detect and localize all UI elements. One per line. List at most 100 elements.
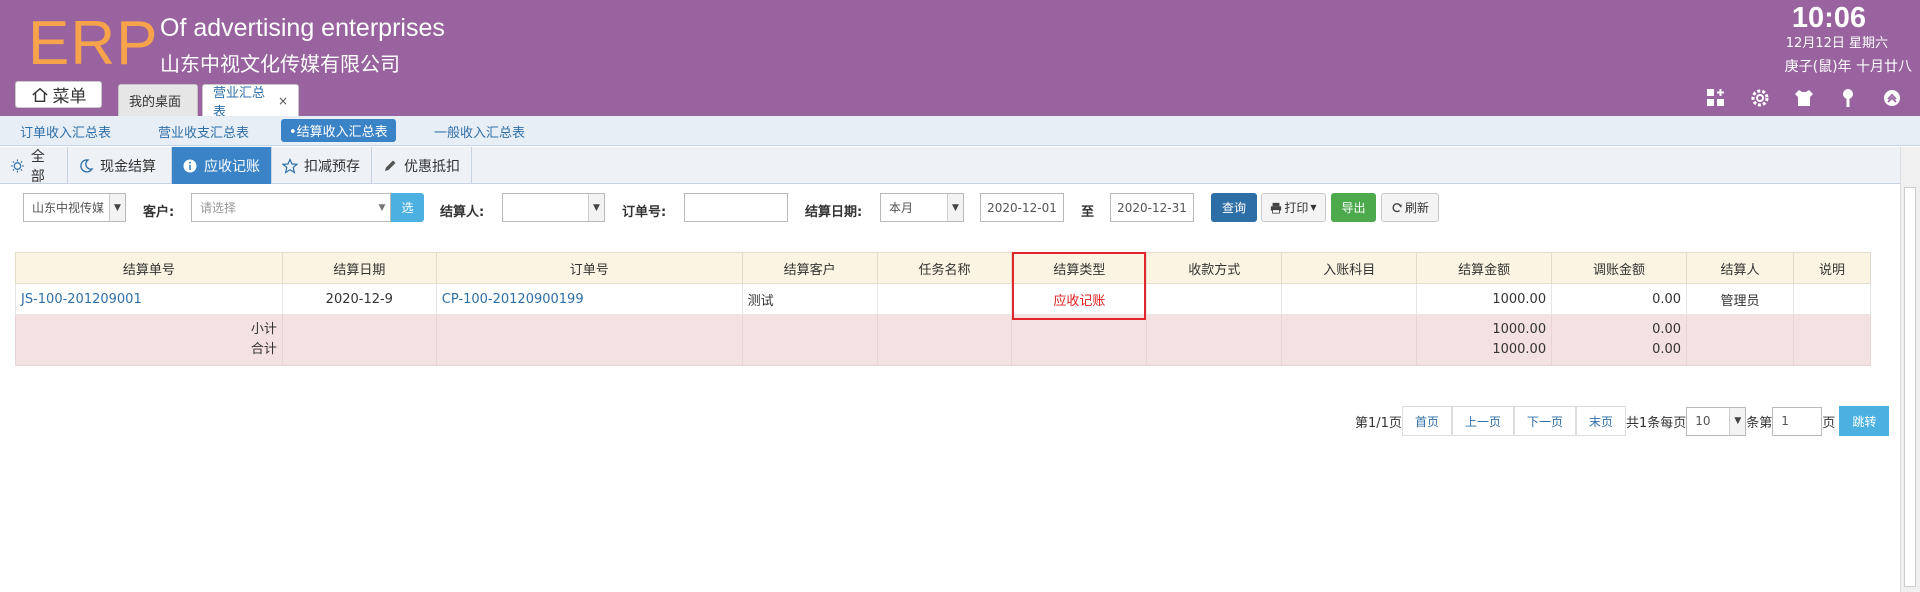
col-header[interactable]: 调账金额 [1551, 252, 1688, 284]
brand-english: Of advertising enterprises [160, 14, 445, 42]
toolbar-icons [1704, 86, 1904, 110]
settler-label: 结算人: [440, 205, 485, 220]
type-label: 应收记账 [204, 158, 260, 175]
company-select[interactable]: 山东中视传媒 ▼ [23, 193, 126, 222]
logo: ERP [28, 9, 159, 78]
last-page-button[interactable]: 末页 [1575, 406, 1626, 436]
tab-desktop[interactable]: 我的桌面 [118, 84, 198, 116]
total-label: 合计 [250, 342, 277, 357]
gear-icon[interactable] [1748, 86, 1772, 110]
chevron-down-icon: ▼ [109, 194, 125, 221]
subnav-settlement-income[interactable]: •结算收入汇总表 [281, 119, 396, 142]
col-header[interactable]: 结算人 [1686, 252, 1794, 284]
col-header[interactable]: 结算单号 [15, 252, 283, 284]
first-page-button[interactable]: 首页 [1401, 406, 1452, 436]
type-label: 扣减预存 [304, 158, 360, 175]
refresh-button[interactable]: 刷新 [1381, 193, 1439, 222]
close-icon[interactable]: × [278, 94, 288, 108]
info-icon [183, 159, 197, 172]
type-all[interactable]: 全部 [0, 147, 68, 185]
date-label: 结算日期: [805, 205, 863, 220]
pencil-icon [385, 160, 396, 171]
key-icon[interactable] [1836, 86, 1860, 110]
settler-select[interactable]: ▼ [502, 193, 605, 222]
home-icon [31, 87, 48, 102]
cell-customer: 测试 [741, 283, 878, 315]
caret-down-icon: ▼ [1310, 203, 1317, 212]
goto-page-input[interactable]: 1 [1772, 406, 1823, 436]
brand-chinese: 山东中视文化传媒有限公司 [160, 52, 400, 76]
cell-note [1792, 283, 1872, 315]
refresh-label: 刷新 [1404, 201, 1429, 215]
type-cash[interactable]: 现金结算 [68, 147, 172, 184]
summary-adjust: 0.00 0.00 [1551, 314, 1688, 366]
vertical-scrollbar[interactable] [1900, 147, 1920, 592]
prev-page-button[interactable]: 上一页 [1451, 406, 1514, 436]
menu-button[interactable]: 菜单 [15, 81, 102, 108]
export-button[interactable]: 导出 [1331, 193, 1376, 222]
col-header[interactable]: 结算客户 [741, 252, 878, 284]
table-row: JS-100-201209001 2020-12-9 CP-100-201209… [15, 283, 1872, 315]
goto-prefix: 条第 [1746, 415, 1773, 431]
shirt-icon[interactable] [1792, 86, 1816, 110]
star-icon [282, 157, 298, 174]
order-no-link[interactable]: CP-100-20120900199 [435, 283, 743, 315]
type-receivable[interactable]: 应收记账 [172, 147, 272, 184]
customer-select[interactable]: 请选择 ▼ [191, 193, 391, 222]
jump-button[interactable]: 跳转 [1839, 406, 1890, 436]
subtotal-amount: 1000.00 [1492, 322, 1547, 337]
period-value: 本月 [889, 201, 914, 215]
col-header[interactable]: 订单号 [435, 252, 743, 284]
print-button[interactable]: 打印 ▼ [1261, 193, 1326, 222]
cell-adjust: 0.00 [1551, 283, 1688, 315]
summary-amount: 1000.00 1000.00 [1416, 314, 1553, 366]
cell-account [1281, 283, 1418, 315]
type-label: 全部 [30, 148, 45, 185]
clock-date: 12月12日 星期六 [1785, 36, 1888, 51]
subnav-order-income[interactable]: 订单收入汇总表 [20, 122, 111, 141]
col-header[interactable]: 结算日期 [281, 252, 437, 284]
customer-label: 客户: [143, 205, 175, 220]
query-button[interactable]: 查询 [1211, 193, 1257, 222]
cell-payment-method [1146, 283, 1283, 315]
customer-pick-button[interactable]: 选 [391, 193, 424, 222]
col-header[interactable]: 结算金额 [1416, 252, 1553, 284]
customer-placeholder: 请选择 [200, 201, 237, 215]
type-deduct-prepaid[interactable]: 扣减预存 [272, 147, 372, 184]
highlight-box [1012, 252, 1146, 320]
scrollbar-thumb[interactable] [1904, 187, 1916, 587]
type-label: 现金结算 [100, 158, 156, 175]
period-select[interactable]: 本月 ▼ [880, 193, 964, 222]
chevron-down-icon: ▼ [1729, 407, 1746, 435]
chevron-down-icon: ▼ [588, 194, 604, 221]
date-to-input[interactable]: 2020-12-31 [1110, 193, 1194, 222]
app-header: ERP Of advertising enterprises 山东中视文化传媒有… [0, 0, 1920, 120]
collapse-icon[interactable] [1880, 86, 1904, 110]
pagination: 第1/1页 首页 上一页 下一页 末页 共1条每页 10 ▼ 条第 1 页 跳转 [1355, 406, 1890, 436]
cell-date: 2020-12-9 [281, 283, 437, 315]
subnav-general-income[interactable]: 一般收入汇总表 [434, 122, 525, 141]
page-size-select[interactable]: 10 ▼ [1686, 406, 1747, 436]
tab-business-summary[interactable]: 营业汇总表 × [202, 84, 299, 120]
chevron-down-icon: ▼ [947, 194, 963, 221]
col-header[interactable]: 入账科目 [1281, 252, 1418, 284]
summary-row: 小计 合计 1000.00 1000.00 0.00 0.00 [15, 314, 1872, 366]
col-header[interactable]: 收款方式 [1146, 252, 1283, 284]
next-page-button[interactable]: 下一页 [1513, 406, 1576, 436]
settlement-no-link[interactable]: JS-100-201209001 [15, 283, 283, 315]
settlement-table: 结算单号 结算日期 订单号 结算客户 任务名称 结算类型 收款方式 入账科目 结… [15, 252, 1872, 366]
menu-label: 菜单 [52, 87, 87, 107]
col-header[interactable]: 任务名称 [876, 252, 1013, 284]
settlement-type-bar: 全部 现金结算 应收记账 扣减预存 优惠抵扣 [0, 147, 1900, 185]
type-discount[interactable]: 优惠抵扣 [372, 147, 472, 184]
date-from-input[interactable]: 2020-12-01 [980, 193, 1064, 222]
sun-icon [10, 158, 24, 173]
col-header[interactable]: 说明 [1792, 252, 1872, 284]
refresh-icon [1392, 202, 1402, 212]
subnav-business-income-expense[interactable]: 营业收支汇总表 [158, 122, 249, 141]
add-widget-icon[interactable] [1704, 86, 1728, 110]
order-input[interactable] [684, 193, 788, 222]
lunar-date: 庚子(鼠)年 十月廿八 [1784, 59, 1912, 75]
type-label: 优惠抵扣 [404, 158, 460, 175]
report-subnav: 订单收入汇总表 营业收支汇总表 •结算收入汇总表 一般收入汇总表 [0, 116, 1920, 146]
